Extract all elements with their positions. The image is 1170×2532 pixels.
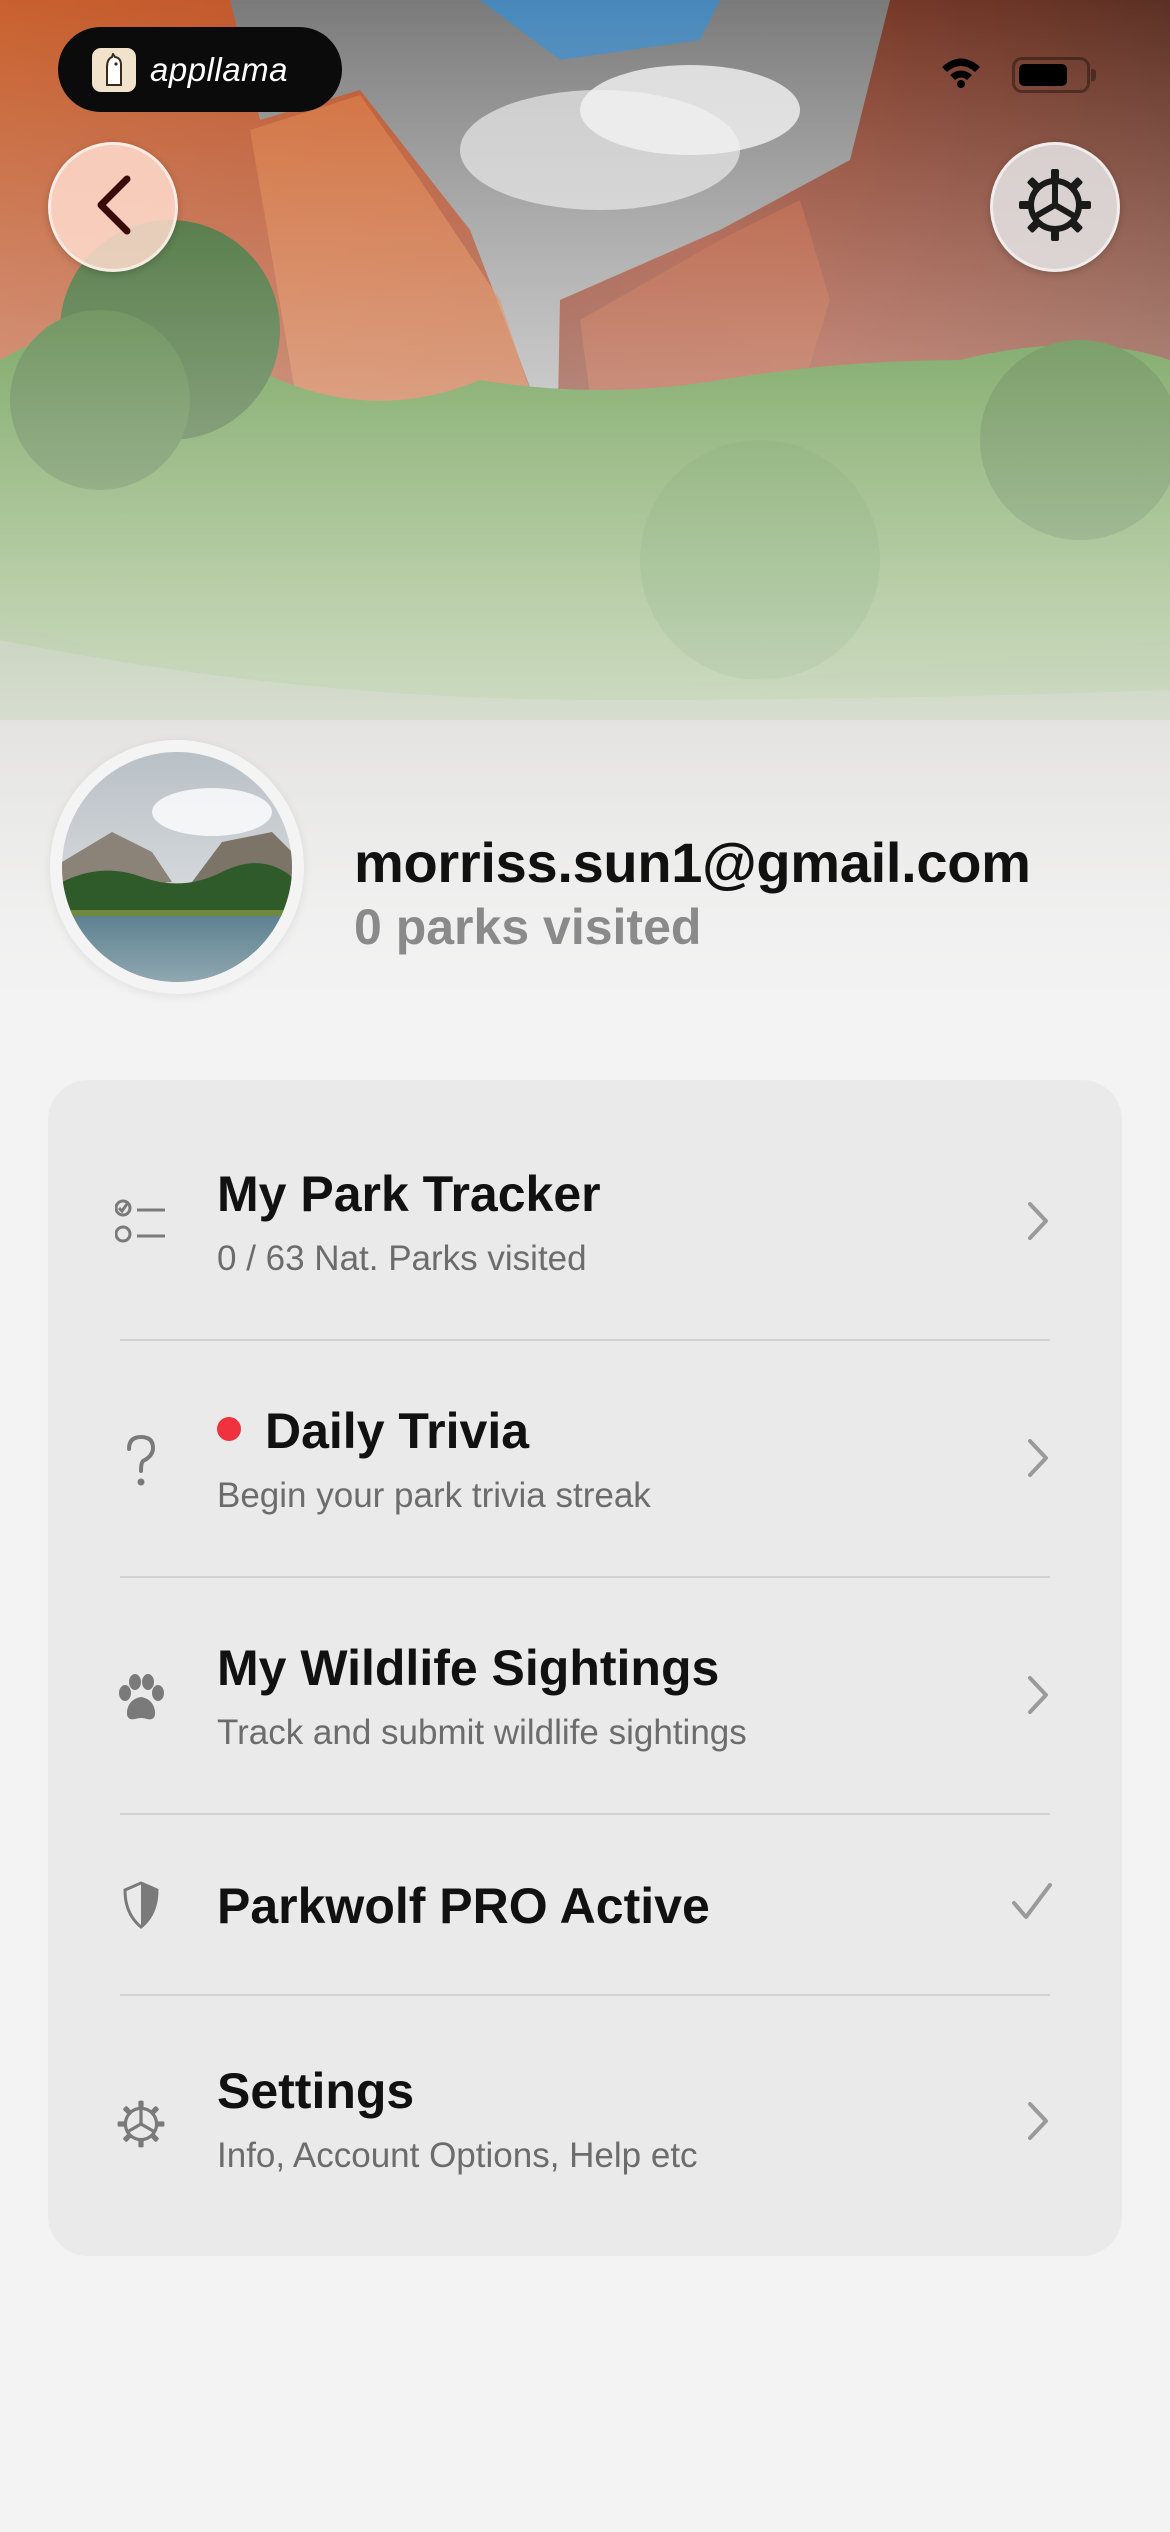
chevron-left-icon xyxy=(91,173,135,242)
menu-item-title: Parkwolf PRO Active xyxy=(217,1878,710,1934)
chevron-right-icon xyxy=(1016,1670,1056,1720)
checkmark-icon xyxy=(1006,1877,1056,1927)
brand-label: appllama xyxy=(150,50,288,88)
paw-icon xyxy=(113,1670,169,1726)
menu-item-subtitle: Track and submit wildlife sightings xyxy=(217,1713,747,1752)
menu-item-wildlife-sightings[interactable]: My Wildlife Sightings Track and submit w… xyxy=(48,1578,1122,1814)
battery-icon xyxy=(1012,56,1096,93)
notification-dot xyxy=(217,1416,241,1441)
menu-item-title: Daily Trivia xyxy=(265,1403,530,1459)
chevron-right-icon xyxy=(1016,1196,1056,1246)
settings-button[interactable] xyxy=(990,142,1120,272)
menu-card: My Park Tracker 0 / 63 Nat. Parks visite… xyxy=(48,1080,1122,2256)
appllama-badge: appllama xyxy=(58,27,342,112)
chevron-right-icon xyxy=(1016,1433,1056,1483)
gear-icon xyxy=(113,2096,169,2152)
status-icons xyxy=(940,56,1096,93)
chevron-right-icon xyxy=(1016,2096,1056,2146)
menu-item-title: My Park Tracker xyxy=(217,1166,601,1222)
shield-icon xyxy=(113,1877,169,1933)
menu-item-daily-trivia[interactable]: Daily Trivia Begin your park trivia stre… xyxy=(48,1341,1122,1577)
checklist-icon xyxy=(113,1194,169,1250)
menu-item-pro-status[interactable]: Parkwolf PRO Active xyxy=(48,1815,1122,1995)
avatar[interactable] xyxy=(50,740,304,994)
menu-item-settings[interactable]: Settings Info, Account Options, Help etc xyxy=(48,1996,1122,2256)
menu-item-subtitle: Begin your park trivia streak xyxy=(217,1476,651,1515)
menu-item-title: My Wildlife Sightings xyxy=(217,1640,720,1696)
llama-logo-icon xyxy=(92,47,136,92)
menu-item-title: Settings xyxy=(217,2063,415,2119)
wifi-icon xyxy=(940,56,982,93)
gear-icon xyxy=(1015,165,1095,250)
profile-email: morriss.sun1@gmail.com xyxy=(354,831,1031,894)
menu-item-subtitle: Info, Account Options, Help etc xyxy=(217,2136,698,2175)
parks-visited-count: 0 parks visited xyxy=(354,899,702,955)
menu-item-subtitle: 0 / 63 Nat. Parks visited xyxy=(217,1239,587,1278)
menu-item-park-tracker[interactable]: My Park Tracker 0 / 63 Nat. Parks visite… xyxy=(48,1080,1122,1336)
back-button[interactable] xyxy=(48,142,178,272)
question-mark-icon xyxy=(113,1433,169,1489)
